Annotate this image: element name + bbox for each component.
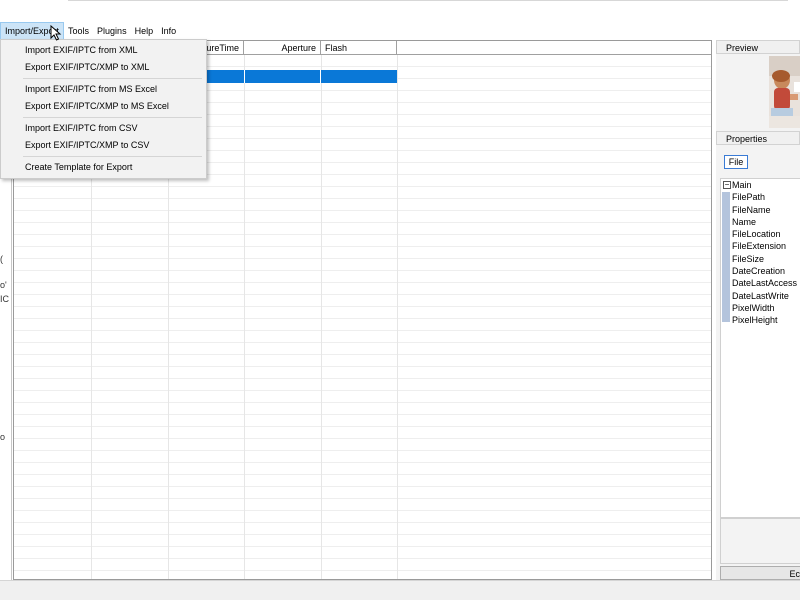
- edit-button[interactable]: Ec: [720, 566, 800, 580]
- left-clipped-text: o': [0, 280, 7, 290]
- menu-separator: [23, 78, 202, 79]
- property-item[interactable]: Name: [732, 216, 756, 228]
- tab-file[interactable]: File: [724, 155, 748, 169]
- selected-row-divider: [244, 70, 245, 83]
- menu-info[interactable]: Info: [157, 22, 180, 40]
- selected-row-divider: [320, 70, 321, 83]
- left-clipped-text: (: [0, 254, 3, 264]
- window-top-area: [0, 0, 800, 22]
- column-header-aperture[interactable]: Aperture: [244, 41, 321, 55]
- right-panel: Preview Properties File − Main FilePath …: [716, 40, 800, 580]
- menu-import-excel[interactable]: Import EXIF/IPTC from MS Excel: [25, 81, 157, 97]
- description-box: [720, 518, 800, 564]
- properties-tree[interactable]: − Main FilePath FileName Name FileLocati…: [720, 178, 800, 518]
- preview-header: Preview: [716, 40, 800, 54]
- column-divider: [397, 55, 398, 579]
- column-divider: [321, 55, 322, 579]
- mouse-cursor-icon: [50, 25, 62, 41]
- left-clipped-text: o: [0, 432, 6, 442]
- property-item[interactable]: FileSize: [732, 253, 764, 265]
- preview-image: [769, 56, 800, 128]
- property-item[interactable]: FilePath: [732, 191, 765, 203]
- property-item[interactable]: DateLastWrite: [732, 290, 789, 302]
- property-item[interactable]: FileExtension: [732, 240, 786, 252]
- property-item[interactable]: PixelHeight: [732, 314, 778, 326]
- menu-separator: [23, 117, 202, 118]
- column-divider: [244, 55, 245, 579]
- status-bar: [0, 580, 800, 600]
- menu-bar: Import/Export Tools Plugins Help Info: [0, 22, 800, 40]
- menu-separator: [23, 156, 202, 157]
- top-divider: [68, 0, 788, 1]
- menu-import-xml[interactable]: Import EXIF/IPTC from XML: [25, 42, 138, 58]
- preview-photo: [769, 56, 800, 128]
- menu-tools[interactable]: Tools: [64, 22, 93, 40]
- property-group-main[interactable]: Main: [732, 179, 752, 191]
- property-item[interactable]: FileLocation: [732, 228, 781, 240]
- menu-export-xml[interactable]: Export EXIF/IPTC/XMP to XML: [25, 59, 149, 75]
- properties-header: Properties: [716, 131, 800, 145]
- menu-export-excel[interactable]: Export EXIF/IPTC/XMP to MS Excel: [25, 98, 169, 114]
- column-header-flash[interactable]: Flash: [321, 41, 397, 55]
- menu-plugins[interactable]: Plugins: [93, 22, 131, 40]
- property-item[interactable]: DateCreation: [732, 265, 785, 277]
- property-item[interactable]: PixelWidth: [732, 302, 775, 314]
- collapse-toggle-icon[interactable]: −: [723, 181, 731, 189]
- property-item[interactable]: FileName: [732, 204, 771, 216]
- menu-export-csv[interactable]: Export EXIF/IPTC/XMP to CSV: [25, 137, 149, 153]
- property-item[interactable]: DateLastAccess: [732, 277, 797, 289]
- properties-gutter: [722, 192, 730, 322]
- left-clipped-text: IC: [0, 294, 9, 304]
- import-export-dropdown: Import EXIF/IPTC from XML Export EXIF/IP…: [0, 39, 207, 179]
- menu-import-csv[interactable]: Import EXIF/IPTC from CSV: [25, 120, 138, 136]
- menu-create-template[interactable]: Create Template for Export: [25, 159, 132, 175]
- menu-help[interactable]: Help: [131, 22, 158, 40]
